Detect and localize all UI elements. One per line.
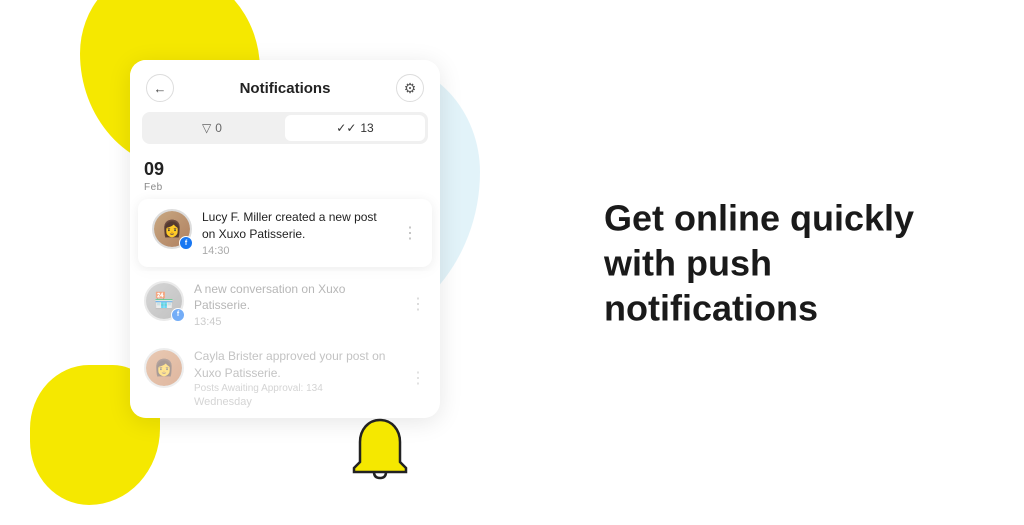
filter-icon: ▽	[202, 121, 211, 135]
check-icon: ✓✓	[336, 121, 356, 135]
date-month: Feb	[144, 182, 440, 193]
notif-time-3: Wednesday	[194, 396, 400, 408]
right-section: Get online quickly with push notificatio…	[604, 195, 984, 330]
notif-menu-2[interactable]: ⋮	[410, 294, 426, 314]
facebook-badge-1: f	[179, 236, 193, 250]
date-day: 09	[130, 154, 440, 182]
notif-content-2: A new conversation on Xuxo Patisserie. 1…	[194, 281, 400, 329]
avatar-3: 👩	[144, 348, 184, 388]
notification-item-1: 👩 f Lucy F. Miller created a new post on…	[138, 199, 432, 267]
unread-count: 0	[215, 121, 222, 135]
avatar-wrap-3: 👩	[144, 348, 184, 388]
notif-text-3: Cayla Brister approved your post on Xuxo…	[194, 348, 400, 382]
notif-menu-3[interactable]: ⋮	[410, 368, 426, 388]
notif-menu-1[interactable]: ⋮	[402, 223, 418, 243]
avatar-wrap-1: 👩 f	[152, 209, 192, 249]
avatar-img-3: 👩	[146, 350, 182, 386]
notification-tabs: ▽ 0 ✓✓ 13	[142, 112, 428, 144]
notif-sub-3: Posts Awaiting Approval: 134	[194, 383, 400, 394]
notif-content-1: Lucy F. Miller created a new post on Xux…	[202, 209, 392, 257]
bell-icon	[340, 410, 420, 490]
card-title: Notifications	[240, 80, 331, 97]
settings-button[interactable]: ⚙	[396, 74, 424, 102]
hero-text: Get online quickly with push notificatio…	[604, 195, 984, 330]
read-count: 13	[360, 121, 373, 135]
left-section: ← Notifications ⚙ ▽ 0 ✓✓ 13 09 Feb 👩 f	[0, 0, 520, 525]
avatar-wrap-2: 🏪 f	[144, 281, 184, 321]
notif-text-2: A new conversation on Xuxo Patisserie.	[194, 281, 400, 315]
notif-time-2: 13:45	[194, 316, 400, 328]
tab-unread[interactable]: ▽ 0	[142, 112, 282, 144]
back-button[interactable]: ←	[146, 74, 174, 102]
notif-time-1: 14:30	[202, 245, 392, 257]
notification-item-2: 🏪 f A new conversation on Xuxo Patisseri…	[130, 271, 440, 339]
bell-icon-wrap	[340, 410, 420, 495]
notif-content-3: Cayla Brister approved your post on Xuxo…	[194, 348, 400, 408]
facebook-badge-2: f	[171, 308, 185, 322]
notification-item-3: 👩 Cayla Brister approved your post on Xu…	[130, 338, 440, 418]
tab-read[interactable]: ✓✓ 13	[285, 115, 425, 141]
card-header: ← Notifications ⚙	[130, 60, 440, 112]
hero-line-2: with push notifications	[604, 242, 818, 328]
notif-text-1: Lucy F. Miller created a new post on Xux…	[202, 209, 392, 243]
notification-card: ← Notifications ⚙ ▽ 0 ✓✓ 13 09 Feb 👩 f	[130, 60, 440, 418]
hero-line-1: Get online quickly	[604, 197, 914, 238]
